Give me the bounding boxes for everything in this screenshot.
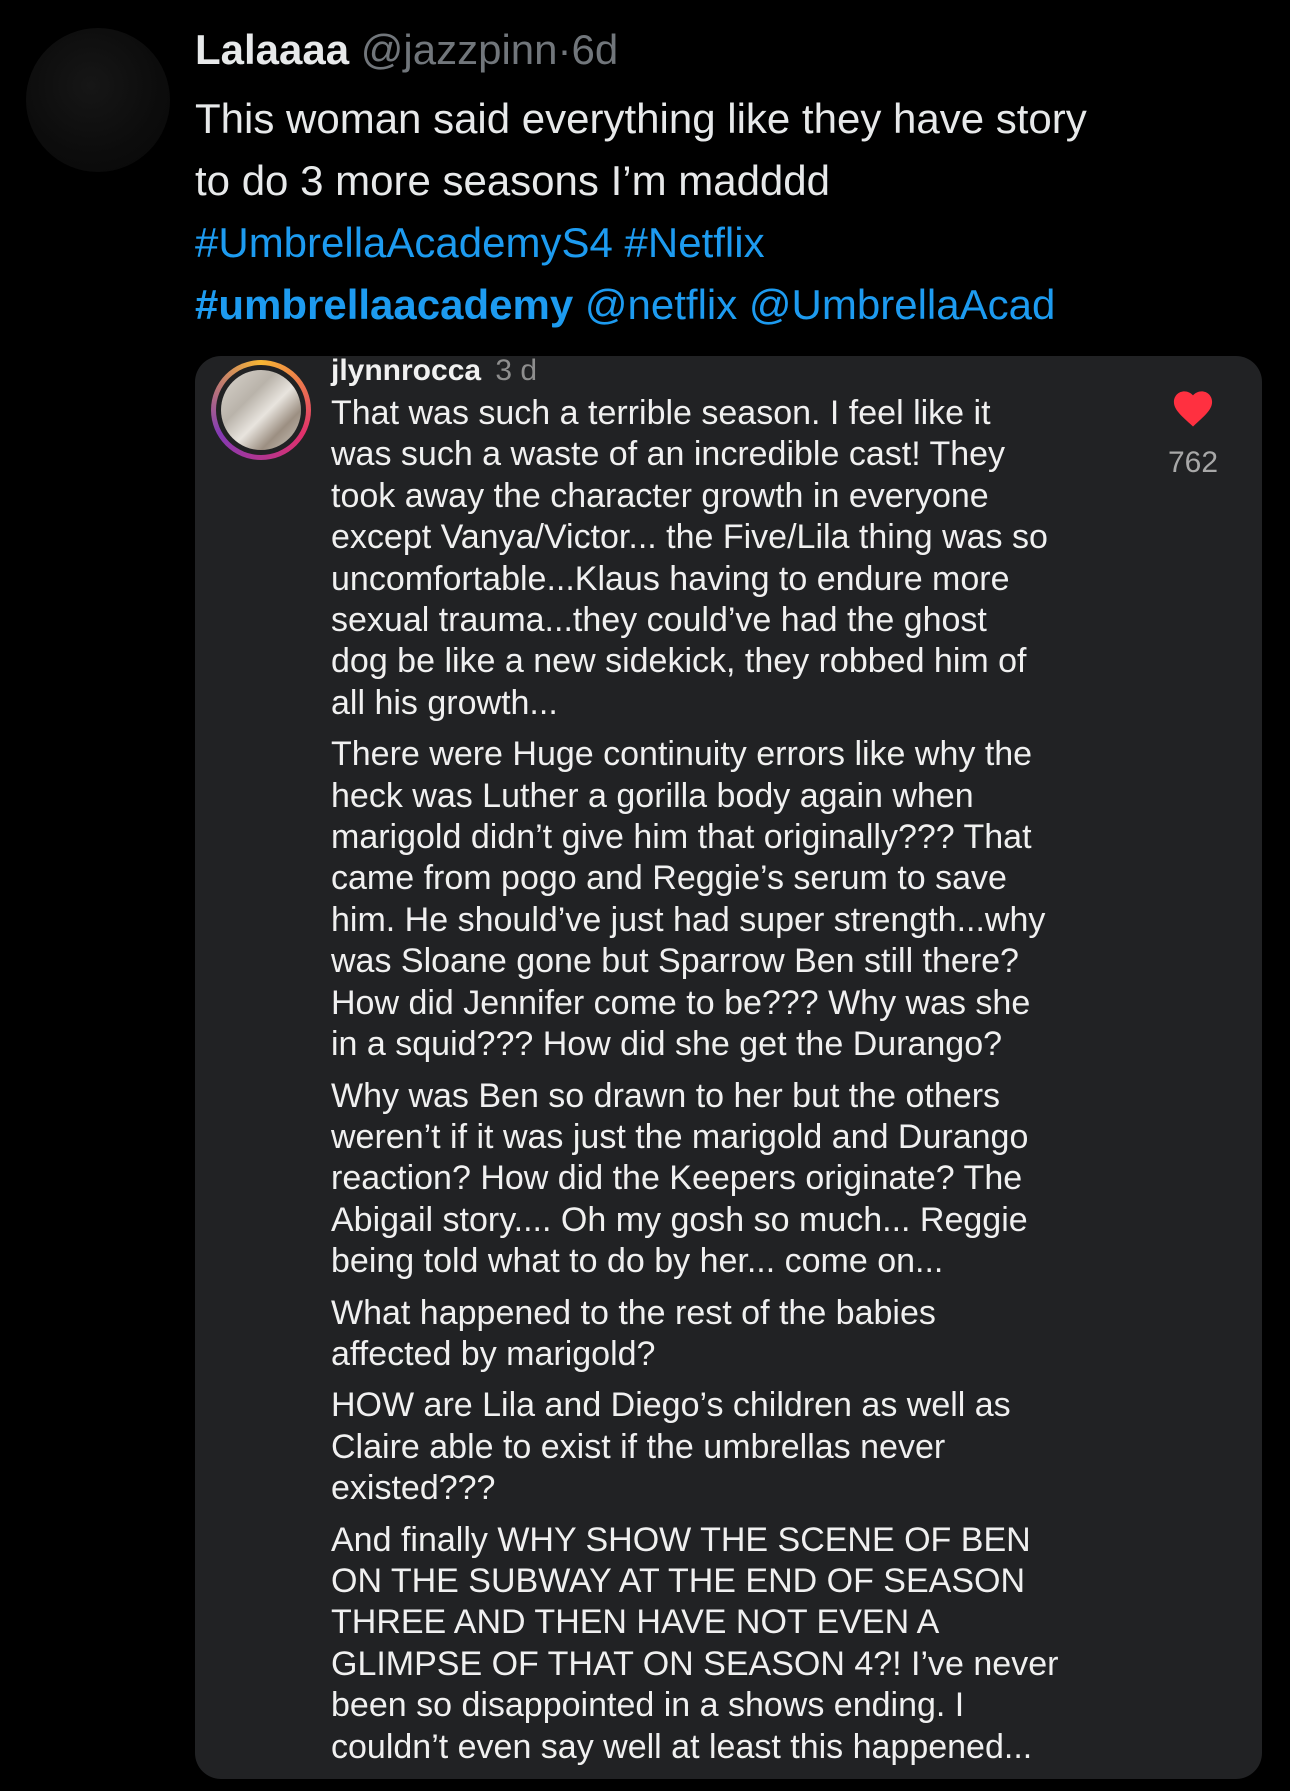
comment-line: weren’t if it was just the marigold and … — [331, 1117, 1029, 1156]
tweet-timestamp[interactable]: 6d — [572, 26, 619, 73]
comment-line: all his growth... — [331, 683, 558, 722]
comment-line: marigold didn’t give him that originally… — [331, 818, 1032, 857]
comment-line: him. He should’ve just had super strengt… — [331, 900, 1046, 939]
comment-line: How did Jennifer come to be??? Why was s… — [331, 983, 1031, 1022]
comment-line: What happened to the rest of the babies — [331, 1293, 936, 1332]
commenter-username: jlynnrocca — [331, 356, 482, 387]
comment-paragraph: And finally WHY SHOW THE SCENE OF BEN ON … — [331, 1520, 1191, 1768]
comment-meta: jlynnrocca 3 d — [331, 356, 537, 386]
comment-line: was Sloane gone but Sparrow Ben still th… — [331, 942, 1019, 981]
heart-icon — [1173, 391, 1213, 427]
comment-line: been so disappointed in a shows ending. … — [331, 1686, 965, 1725]
comment-paragraph: There were Huge continuity errors like w… — [331, 734, 1191, 1065]
comment-line: affected by marigold? — [331, 1334, 656, 1373]
comment-line: being told what to do by her... come on.… — [331, 1242, 944, 1281]
comment-line: dog be like a new sidekick, they robbed … — [331, 642, 1027, 681]
comment-line: in a squid??? How did she get the Durang… — [331, 1025, 1003, 1064]
hashtag-link[interactable]: #umbrellaacademy — [195, 281, 573, 328]
comment-line: uncomfortable...Klaus having to endure m… — [331, 559, 1010, 598]
comment-line: Abigail story.... Oh my gosh so much... … — [331, 1200, 1028, 1239]
comment-paragraph: That was such a terrible season. I feel … — [331, 393, 1191, 724]
comment-timestamp: 3 d — [495, 356, 538, 387]
handle[interactable]: @jazzpinn — [361, 26, 558, 73]
comment-line: That was such a terrible season. I feel … — [331, 394, 991, 432]
hashtag-link[interactable]: #UmbrellaAcademyS4 — [195, 219, 613, 266]
comment-paragraph: What happened to the rest of the babies a… — [331, 1293, 1191, 1376]
comment-line: heck was Luther a gorilla body again whe… — [331, 776, 974, 815]
comment-line: took away the character growth in everyo… — [331, 476, 989, 515]
comment-body: That was such a terrible season. I feel … — [331, 393, 1191, 1778]
display-name[interactable]: Lalaaaa — [195, 26, 349, 73]
tweet-author-avatar[interactable] — [26, 28, 170, 172]
hashtag-row: #UmbrellaAcademyS4 #Netflix — [195, 212, 1255, 274]
comment-paragraph: HOW are Lila and Diego’s children as wel… — [331, 1385, 1191, 1509]
mention-link[interactable]: @netflix — [585, 281, 737, 328]
comment-line: There were Huge continuity errors like w… — [331, 735, 1033, 774]
comment-line: THREE AND THEN HAVE NOT EVEN A — [331, 1603, 940, 1642]
comment-line: GLIMPSE OF THAT ON SEASON 4?! I’ve never — [331, 1644, 1059, 1683]
tweet-header: Lalaaaa @jazzpinn·6d — [195, 24, 618, 76]
comment-line: Claire able to exist if the umbrellas ne… — [331, 1427, 946, 1466]
comment-line: And finally WHY SHOW THE SCENE OF BEN — [331, 1520, 1031, 1559]
comment-line: Why was Ben so drawn to her but the othe… — [331, 1076, 1001, 1115]
commenter-avatar — [211, 360, 311, 460]
tweet-text-line: This woman said everything like they hav… — [195, 95, 1087, 142]
comment-line: except Vanya/Victor... the Five/Lila thi… — [331, 518, 1048, 557]
header-separator: · — [557, 26, 572, 73]
tweet-text-line: to do 3 more seasons I’m madddd — [195, 157, 831, 204]
hashtag-mention-row: #umbrellaacademy @netflix @UmbrellaAcad — [195, 274, 1255, 336]
mention-link[interactable]: @UmbrellaAcad — [749, 281, 1055, 328]
comment-line: came from pogo and Reggie’s serum to sav… — [331, 859, 1007, 898]
tweet-text: This woman said everything like they hav… — [195, 88, 1255, 336]
comment-line: sexual trauma...they could’ve had the gh… — [331, 601, 987, 640]
attached-screenshot[interactable]: jlynnrocca 3 d That was such a terrible … — [195, 356, 1262, 1779]
comment-line: couldn’t even say well at least this hap… — [331, 1727, 1033, 1766]
comment-line: HOW are Lila and Diego’s children as wel… — [331, 1386, 1011, 1425]
comment-line: was such a waste of an incredible cast! … — [331, 435, 1006, 474]
hashtag-link[interactable]: #Netflix — [625, 219, 765, 266]
comment-line: reaction? How did the Keepers originate?… — [331, 1159, 1023, 1198]
comment-line: existed??? — [331, 1469, 496, 1508]
like-count: 762 — [1167, 446, 1219, 479]
comment-paragraph: Why was Ben so drawn to her but the othe… — [331, 1076, 1191, 1283]
comment-line: ON THE SUBWAY AT THE END OF SEASON — [331, 1561, 1025, 1600]
